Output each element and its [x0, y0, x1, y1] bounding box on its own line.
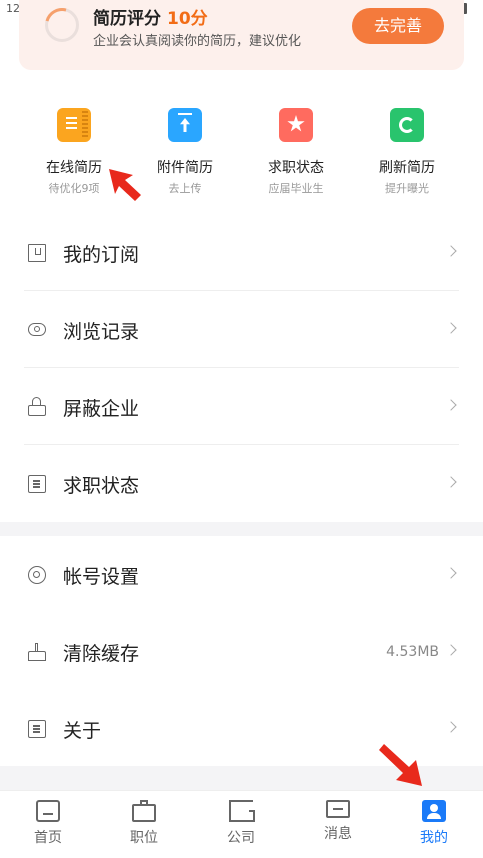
quick-job-status[interactable]: 求职状态 应届毕业生	[241, 108, 351, 196]
document-icon	[28, 720, 46, 738]
menu-item-label: 我的订阅	[63, 244, 140, 266]
score-title-label: 简历评分	[93, 9, 161, 29]
profile-icon	[422, 800, 446, 822]
gear-icon	[28, 566, 46, 584]
resume-score-card[interactable]: 简历评分 10分 企业会认真阅读你的简历，建议优化 去完善	[19, 0, 464, 70]
list-icon	[28, 475, 46, 493]
tab-messages[interactable]: 消息	[290, 791, 386, 858]
menu-item-label: 浏览记录	[63, 321, 140, 343]
menu-item-blocked-companies[interactable]: 屏蔽企业	[24, 368, 459, 445]
tab-me[interactable]: 我的	[386, 791, 482, 858]
menu-item-clear-cache[interactable]: 清除缓存 4.53MB	[24, 613, 459, 690]
quick-refresh-resume[interactable]: 刷新简历 提升曝光	[352, 108, 462, 196]
pointer-arrow-icon	[379, 744, 422, 786]
menu-item-label: 屏蔽企业	[63, 398, 140, 420]
menu-item-history[interactable]: 浏览记录	[24, 291, 459, 368]
improve-resume-button[interactable]: 去完善	[352, 8, 444, 44]
online-resume-icon	[57, 108, 91, 142]
bookmark-icon	[28, 244, 46, 262]
menu-item-label: 关于	[63, 720, 102, 742]
chevron-right-icon	[445, 721, 457, 733]
menu-item-label: 求职状态	[63, 475, 140, 497]
tab-label: 首页	[34, 830, 62, 846]
chevron-right-icon	[445, 245, 457, 257]
bottom-tab-bar: 首页 职位 公司 消息 我的	[0, 790, 483, 858]
pointer-arrow-icon	[109, 169, 141, 201]
chevron-right-icon	[445, 476, 457, 488]
chevron-right-icon	[445, 322, 457, 334]
refresh-icon	[390, 108, 424, 142]
cache-size: 4.53MB	[386, 644, 439, 660]
upload-resume-icon	[168, 108, 202, 142]
broom-icon	[28, 643, 46, 661]
quick-sub: 提升曝光	[385, 182, 429, 195]
building-icon	[229, 800, 255, 822]
chevron-right-icon	[445, 644, 457, 656]
tab-company[interactable]: 公司	[193, 791, 289, 858]
tab-label: 我的	[420, 830, 448, 846]
menu-item-label: 帐号设置	[63, 566, 140, 588]
star-status-icon	[279, 108, 313, 142]
tab-jobs[interactable]: 职位	[96, 791, 192, 858]
quick-label: 求职状态	[268, 160, 324, 176]
profile-page: 12:11 简历评分10分 企业会认真阅读你的简历，建议优化 去完善 在线简历 …	[0, 0, 483, 858]
menu-group-1: 我的订阅 浏览记录 屏蔽企业 求职状态	[0, 214, 483, 522]
score-title: 简历评分 10分	[93, 4, 208, 29]
chevron-right-icon	[445, 567, 457, 579]
score-value: 10分	[167, 9, 208, 29]
home-icon	[36, 800, 60, 822]
lock-icon	[28, 397, 46, 416]
score-ring-icon	[38, 1, 86, 49]
quick-actions: 在线简历 待优化9项 附件简历 去上传 求职状态 应届毕业生 刷新简历 提升曝光	[0, 108, 483, 198]
eye-icon	[28, 323, 46, 336]
tab-label: 消息	[324, 826, 352, 842]
quick-label: 附件简历	[157, 160, 213, 176]
tab-label: 公司	[227, 830, 255, 846]
quick-label: 刷新简历	[379, 160, 435, 176]
quick-sub: 应届毕业生	[268, 182, 324, 195]
tab-label: 职位	[130, 830, 158, 846]
message-icon	[326, 800, 350, 818]
menu-item-label: 清除缓存	[63, 643, 140, 665]
menu-group-2: 帐号设置 清除缓存 4.53MB 关于	[0, 536, 483, 767]
score-subtitle: 企业会认真阅读你的简历，建议优化	[93, 34, 302, 49]
quick-sub: 去上传	[168, 182, 202, 195]
briefcase-icon	[132, 800, 156, 822]
menu-item-job-status[interactable]: 求职状态	[24, 445, 459, 522]
tab-home[interactable]: 首页	[0, 791, 96, 858]
quick-attachment-resume[interactable]: 附件简历 去上传	[130, 108, 240, 196]
menu-item-subscriptions[interactable]: 我的订阅	[24, 214, 459, 291]
chevron-right-icon	[445, 399, 457, 411]
section-divider	[0, 522, 483, 536]
menu-item-account-settings[interactable]: 帐号设置	[24, 536, 459, 613]
